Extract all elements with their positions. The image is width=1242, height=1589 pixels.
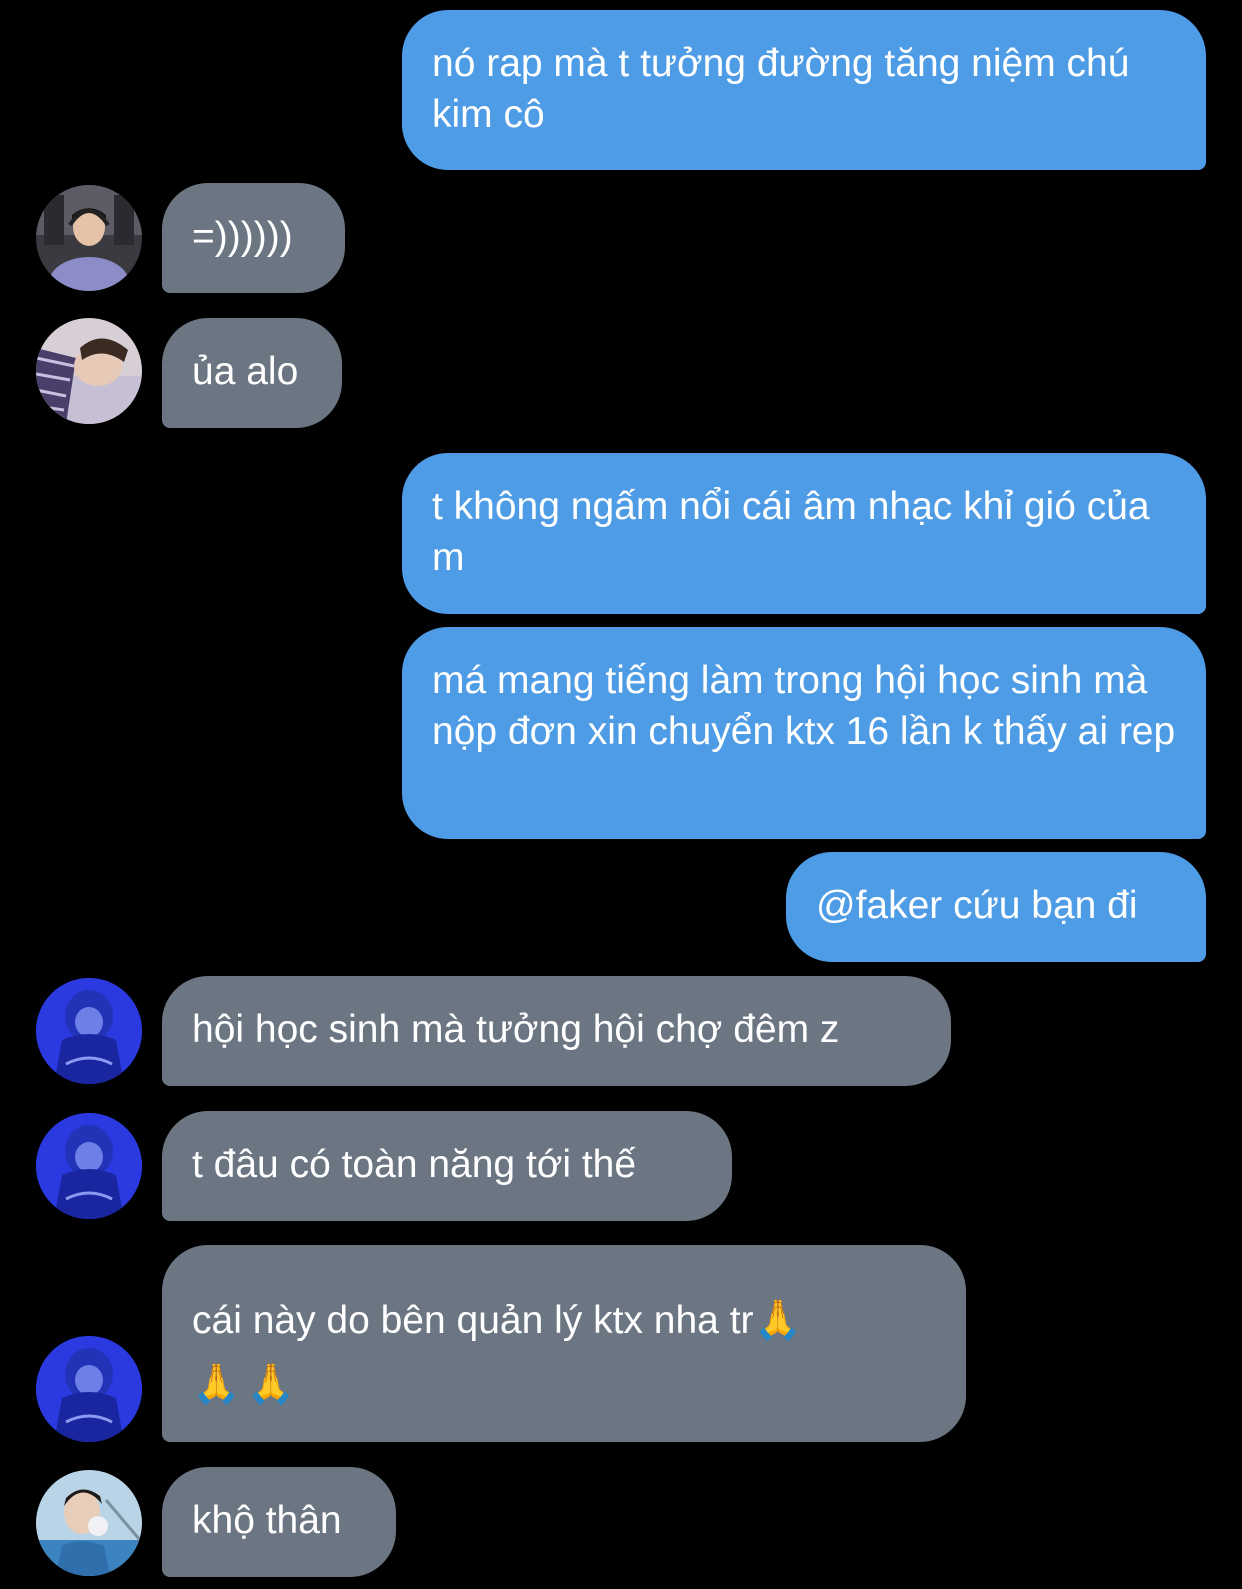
- outgoing-message-bubble[interactable]: má mang tiếng làm trong hội học sinh mà …: [402, 627, 1206, 839]
- incoming-message-bubble[interactable]: =)))))): [162, 183, 345, 293]
- message-text: t không ngấm nổi cái âm nhạc khỉ gió của…: [432, 485, 1150, 579]
- outgoing-message-bubble[interactable]: nó rap mà t tưởng đường tăng niệm chú ki…: [402, 10, 1206, 170]
- incoming-message-bubble[interactable]: t đâu có toàn năng tới thế: [162, 1111, 732, 1221]
- message-text: cái này do bên quản lý ktx nha tr: [192, 1299, 754, 1342]
- message-text: =)))))): [192, 215, 293, 258]
- message-text: t đâu có toàn năng tới thế: [192, 1143, 637, 1186]
- incoming-message-bubble[interactable]: ủa alo: [162, 318, 342, 428]
- praying-hands-emoji: 🙏: [753, 1299, 803, 1342]
- sender-avatar-sleeping[interactable]: [36, 318, 142, 424]
- praying-hands-emoji-line: 🙏🙏: [192, 1363, 302, 1406]
- sender-avatar-gamer[interactable]: [36, 185, 142, 291]
- message-text: ủa alo: [192, 350, 299, 393]
- sender-avatar-blue-hood[interactable]: [36, 1113, 142, 1219]
- chat-thread: nó rap mà t tưởng đường tăng niệm chú ki…: [0, 0, 1242, 1589]
- outgoing-message-bubble[interactable]: @faker cứu bạn đi: [786, 852, 1206, 962]
- message-text: khộ thân: [192, 1499, 342, 1542]
- message-text: @faker cứu bạn đi: [816, 884, 1138, 927]
- message-text: nó rap mà t tưởng đường tăng niệm chú ki…: [432, 42, 1130, 136]
- sender-avatar-bubblegum[interactable]: [36, 1470, 142, 1576]
- incoming-message-bubble[interactable]: cái này do bên quản lý ktx nha tr🙏 🙏🙏: [162, 1245, 966, 1442]
- message-text-line: cái này do bên quản lý ktx nha tr🙏: [192, 1289, 936, 1353]
- message-text: má mang tiếng làm trong hội học sinh mà …: [432, 659, 1176, 753]
- incoming-message-bubble[interactable]: khộ thân: [162, 1467, 396, 1577]
- message-text: hội học sinh mà tưởng hội chợ đêm z: [192, 1008, 840, 1051]
- sender-avatar-blue-hood[interactable]: [36, 1336, 142, 1442]
- outgoing-message-bubble[interactable]: t không ngấm nổi cái âm nhạc khỉ gió của…: [402, 453, 1206, 614]
- incoming-message-bubble[interactable]: hội học sinh mà tưởng hội chợ đêm z: [162, 976, 951, 1086]
- sender-avatar-blue-hood[interactable]: [36, 978, 142, 1084]
